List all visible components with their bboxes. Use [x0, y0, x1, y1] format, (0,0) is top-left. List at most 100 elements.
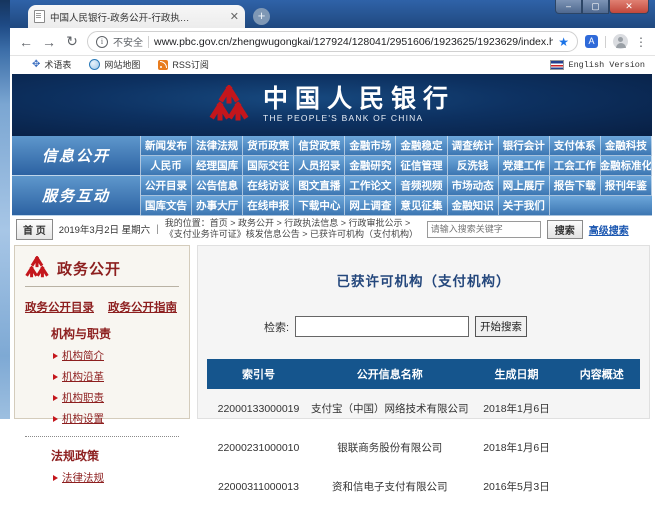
breadcrumb[interactable]: 我的位置：首页 > 政务公开 > 行政执法信息 > 行政审批公示 > 《支付业务…: [165, 218, 421, 240]
nav-item[interactable]: 金融稳定: [396, 136, 447, 156]
sidebar-link-guide[interactable]: 政务公开指南: [108, 299, 177, 315]
nav-item[interactable]: 反洗钱: [448, 156, 499, 176]
sidebar-item-laws[interactable]: 法律法规: [53, 470, 179, 485]
site-search-button[interactable]: 搜索: [547, 220, 583, 239]
nav-item[interactable]: 在线访谈: [243, 176, 294, 196]
nav-item[interactable]: 在线申报: [243, 196, 294, 216]
url-omnibox[interactable]: i 不安全 www.pbc.gov.cn/zhengwugongkai/1279…: [87, 31, 578, 52]
nav-item[interactable]: 信贷政策: [294, 136, 345, 156]
nav-item[interactable]: 工作论文: [345, 176, 396, 196]
pbc-logo-icon: [209, 85, 249, 125]
triangle-bullet-icon: [53, 475, 58, 481]
nav-item[interactable]: 党建工作: [499, 156, 550, 176]
home-button[interactable]: 首 页: [16, 219, 53, 240]
globe-icon: [89, 59, 100, 70]
start-search-button[interactable]: 开始搜索: [475, 316, 527, 337]
cell-name[interactable]: 银联商务股份有限公司: [310, 428, 470, 467]
nav-item[interactable]: 公开目录: [141, 176, 192, 196]
nav-item[interactable]: 图文直播: [294, 176, 345, 196]
nav-item[interactable]: 意见征集: [396, 196, 447, 216]
sidebar-link-catalog[interactable]: 政务公开目录: [25, 299, 94, 315]
nav-item[interactable]: 关于我们: [499, 196, 550, 216]
nav-item[interactable]: 货币政策: [243, 136, 294, 156]
minimize-button[interactable]: –: [555, 0, 582, 14]
rss-link[interactable]: RSS订阅: [158, 58, 209, 71]
table-row[interactable]: 22000311000013 资和信电子支付有限公司 2016年5月3日: [207, 467, 640, 506]
sidebar-item-label[interactable]: 法律法规: [62, 470, 104, 485]
nav-item[interactable]: 国库文告: [141, 196, 192, 216]
nav-item[interactable]: 人员招录: [294, 156, 345, 176]
nav-item[interactable]: 工会工作: [550, 156, 601, 176]
nav-item[interactable]: 征信管理: [396, 156, 447, 176]
nav-item[interactable]: 国际交往: [243, 156, 294, 176]
rss-label: RSS订阅: [172, 58, 209, 71]
cell-index: 22000231000010: [207, 428, 310, 467]
nav-item[interactable]: 金融市场: [345, 136, 396, 156]
sidebar-item-org-history[interactable]: 机构沿革: [53, 369, 179, 384]
nav-item[interactable]: 报刊年鉴: [601, 176, 652, 196]
bookmark-star-icon[interactable]: ★: [558, 35, 569, 49]
tab-bar: 中国人民银行-政务公开-行政执… ✕ + – ▢ ✕: [10, 0, 655, 28]
cell-name[interactable]: 支付宝（中国）网络技术有限公司: [310, 389, 470, 428]
nav-item[interactable]: 金融研究: [345, 156, 396, 176]
nav-item[interactable]: 支付体系: [550, 136, 601, 156]
advanced-search-link[interactable]: 高级搜索: [589, 222, 629, 237]
nav-item[interactable]: 经理国库: [192, 156, 243, 176]
sitemap-link[interactable]: 网站地图: [89, 58, 140, 71]
nav-label-service-interaction[interactable]: 服务互动: [12, 176, 141, 216]
nav-item[interactable]: 调查统计: [448, 136, 499, 156]
nav-item[interactable]: 金融科技: [601, 136, 652, 156]
sidebar-item-label[interactable]: 机构职责: [62, 390, 104, 405]
forward-arrow-icon[interactable]: →: [41, 34, 57, 50]
nav-item[interactable]: 办事大厅: [192, 196, 243, 216]
sitemap-label: 网站地图: [104, 58, 140, 71]
info-icon[interactable]: i: [96, 36, 108, 48]
close-window-button[interactable]: ✕: [609, 0, 649, 14]
nav-item[interactable]: 金融知识: [448, 196, 499, 216]
nav-item[interactable]: 下载中心: [294, 196, 345, 216]
nav-item[interactable]: 公告信息: [192, 176, 243, 196]
pbc-logo-small-icon: [25, 256, 49, 280]
sidebar-item-org-intro[interactable]: 机构简介: [53, 348, 179, 363]
new-tab-button[interactable]: +: [253, 8, 270, 25]
sidebar-title: 政务公开: [57, 258, 121, 279]
nav-row-2: 人民币经理国库国际交往人员招录金融研究征信管理反洗钱党建工作工会工作金融标准化: [141, 156, 652, 176]
reload-icon[interactable]: ↻: [64, 33, 80, 50]
glossary-link[interactable]: ✥ 术语表: [32, 58, 71, 71]
page-title: 已获许可机构（支付机构）: [198, 270, 649, 290]
browser-tab[interactable]: 中国人民银行-政务公开-行政执… ✕: [28, 5, 245, 28]
sidebar-header: 政务公开: [25, 256, 179, 287]
close-tab-icon[interactable]: ✕: [230, 12, 239, 22]
cell-name[interactable]: 资和信电子支付有限公司: [310, 467, 470, 506]
nav-item[interactable]: 法律法规: [192, 136, 243, 156]
table-row[interactable]: 22000231000010 银联商务股份有限公司 2018年1月6日: [207, 428, 640, 467]
nav-group-info: 信息公开 新闻发布法律法规货币政策信贷政策金融市场金融稳定调查统计银行会计支付体…: [12, 136, 652, 176]
sidebar-item-org-duties[interactable]: 机构职责: [53, 390, 179, 405]
back-arrow-icon[interactable]: ←: [18, 34, 34, 50]
english-version-link[interactable]: English Version: [550, 60, 645, 70]
sidebar-item-label[interactable]: 机构简介: [62, 348, 104, 363]
nav-item[interactable]: 报告下载: [550, 176, 601, 196]
nav-item[interactable]: 市场动态: [448, 176, 499, 196]
nav-item[interactable]: 网上展厅: [499, 176, 550, 196]
cell-index: 22000311000013: [207, 467, 310, 506]
table-row[interactable]: 22000133000019 支付宝（中国）网络技术有限公司 2018年1月6日: [207, 389, 640, 428]
nav-item[interactable]: 网上调查: [345, 196, 396, 216]
nav-item[interactable]: 银行会计: [499, 136, 550, 156]
nav-label-info-disclosure[interactable]: 信息公开: [12, 136, 141, 176]
content-area: 政务公开 政务公开目录 政务公开指南 机构与职责 机构简介 机构沿革 机构职责 …: [12, 242, 652, 419]
profile-avatar-icon[interactable]: [613, 34, 628, 49]
nav-item[interactable]: 音频视频: [396, 176, 447, 196]
maximize-button[interactable]: ▢: [582, 0, 609, 14]
sidebar-item-label[interactable]: 机构沿革: [62, 369, 104, 384]
retrieve-input[interactable]: [295, 316, 469, 337]
nav-item[interactable]: 金融标准化: [601, 156, 652, 176]
nav-item[interactable]: 人民币: [141, 156, 192, 176]
site-banner: 中国人民银行 THE PEOPLE'S BANK OF CHINA: [12, 74, 652, 136]
translate-icon[interactable]: A: [585, 35, 598, 48]
browser-menu-icon[interactable]: ⋮: [635, 35, 647, 49]
url-text[interactable]: www.pbc.gov.cn/zhengwugongkai/127924/128…: [154, 36, 553, 48]
nav-item[interactable]: 新闻发布: [141, 136, 192, 156]
site-search-input[interactable]: [427, 221, 541, 238]
triangle-bullet-icon: [53, 353, 58, 359]
